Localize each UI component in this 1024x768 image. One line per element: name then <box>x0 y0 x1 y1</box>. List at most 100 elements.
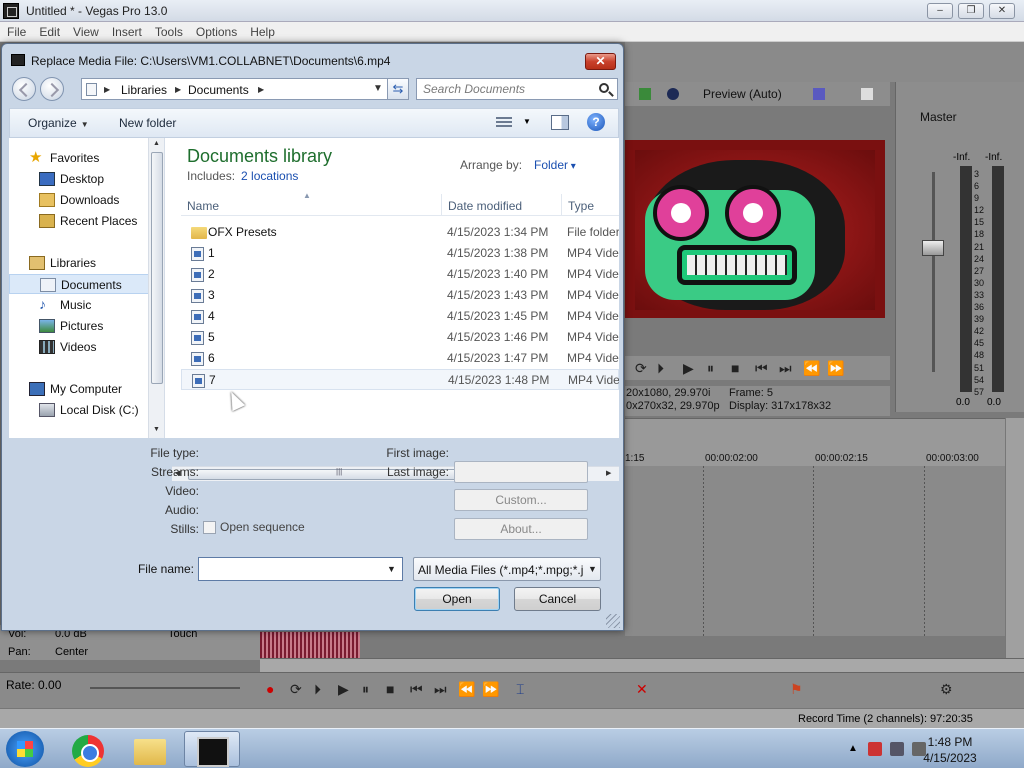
stop-icon[interactable]: ■ <box>386 681 394 697</box>
column-type[interactable]: Type <box>568 199 594 213</box>
fast-forward-icon[interactable]: ⏩ <box>827 360 844 377</box>
taskbar-clock[interactable]: 1:48 PM 4/15/2023 <box>900 734 1000 766</box>
taskbar-vegas[interactable] <box>184 731 240 767</box>
locations-link[interactable]: 2 locations <box>241 169 298 183</box>
next-frame-icon[interactable]: ⏭ <box>779 360 792 377</box>
file-type-filter[interactable]: All Media Files (*.mp4;*.mpg;*.j ▼ <box>413 557 601 581</box>
nav-music[interactable]: ♪ Music <box>9 295 155 315</box>
play-from-start-icon[interactable]: ⏵ <box>657 360 664 377</box>
preview-split-icon[interactable] <box>639 88 651 100</box>
chevron-down-icon[interactable]: ▼ <box>387 564 396 574</box>
menu-file[interactable]: File <box>0 22 32 39</box>
nav-documents[interactable]: Documents <box>9 274 155 294</box>
preview-quality-dropdown[interactable]: Preview (Auto) <box>703 87 782 101</box>
file-row[interactable]: 2 4/15/2023 1:40 PM MP4 Video <box>181 264 619 285</box>
scroll-up-icon[interactable]: ▲ <box>153 140 160 147</box>
search-icon[interactable] <box>599 83 609 93</box>
nav-downloads[interactable]: Downloads <box>9 190 155 210</box>
file-row[interactable]: 3 4/15/2023 1:43 PM MP4 Video <box>181 285 619 306</box>
menu-insert[interactable]: Insert <box>105 22 148 39</box>
preview-overlay-icon[interactable] <box>667 88 679 100</box>
loop-playback-icon[interactable]: ⟳ <box>290 681 302 698</box>
previous-frame-icon[interactable]: ⏮ <box>755 360 768 377</box>
delete-icon[interactable]: ✕ <box>636 681 648 698</box>
timeline-horizontal-scrollbar[interactable] <box>260 658 1024 672</box>
loop-icon[interactable]: ⟳ <box>635 360 647 377</box>
column-date-modified[interactable]: Date modified <box>448 199 522 213</box>
preview-pane-icon[interactable] <box>551 115 569 130</box>
file-row[interactable]: 6 4/15/2023 1:47 PM MP4 Video <box>181 348 619 369</box>
timeline-vertical-scrollbar[interactable] <box>1005 418 1024 660</box>
organize-button[interactable]: Organize ▼ <box>28 116 89 130</box>
taskbar-explorer[interactable] <box>122 731 178 767</box>
timeline-tracks[interactable] <box>625 466 1005 636</box>
rate-slider[interactable] <box>90 687 240 689</box>
column-name[interactable]: Name <box>187 199 219 213</box>
nav-videos[interactable]: Videos <box>9 337 155 357</box>
address-dropdown-icon[interactable]: ▼ <box>373 83 383 94</box>
breadcrumb-chevron-icon[interactable]: ▶ <box>258 85 264 94</box>
file-name-combobox[interactable]: ▼ <box>198 557 403 581</box>
play-icon[interactable]: ▶ <box>338 681 349 698</box>
master-fader-knob[interactable] <box>922 240 944 256</box>
help-icon[interactable]: ? <box>587 113 605 131</box>
search-box[interactable] <box>416 78 618 100</box>
forward-arrow-icon[interactable] <box>40 77 64 101</box>
copy-snapshot-icon[interactable] <box>861 88 873 100</box>
pause-icon[interactable]: ⏸ <box>362 681 369 698</box>
scroll-thumb[interactable] <box>151 152 163 384</box>
nav-my-computer[interactable]: My Computer <box>9 379 155 399</box>
file-row[interactable]: 7 4/15/2023 1:48 PM MP4 Video <box>181 369 619 390</box>
action-center-icon[interactable] <box>868 742 882 756</box>
normal-edit-tool-icon[interactable]: ⌶ <box>516 681 524 698</box>
nav-recent-places[interactable]: Recent Places <box>9 211 155 231</box>
refresh-icon[interactable]: ⇆ <box>387 78 409 100</box>
new-folder-button[interactable]: New folder <box>119 116 176 130</box>
breadcrumb-libraries[interactable]: Libraries <box>121 83 167 97</box>
breadcrumb-documents[interactable]: Documents <box>188 83 249 97</box>
resize-grip[interactable] <box>606 614 620 628</box>
nav-pictures[interactable]: Pictures <box>9 316 155 336</box>
file-row[interactable]: 5 4/15/2023 1:46 PM MP4 Video <box>181 327 619 348</box>
timeline-ruler[interactable]: 1:15 00:00:02:00 00:00:02:15 00:00:03:00 <box>625 418 1005 466</box>
nav-local-disk[interactable]: Local Disk (C:) <box>9 400 155 420</box>
start-button[interactable] <box>6 731 44 767</box>
close-window-button[interactable]: ✕ <box>989 3 1015 19</box>
minimize-button[interactable]: – <box>927 3 953 19</box>
scroll-down-icon[interactable]: ▼ <box>153 426 160 433</box>
file-name-input[interactable] <box>203 562 373 576</box>
file-row[interactable]: 1 4/15/2023 1:38 PM MP4 Video <box>181 243 619 264</box>
play-icon[interactable]: ▶ <box>683 360 694 377</box>
view-options-dropdown-icon[interactable]: ▼ <box>523 117 531 126</box>
back-arrow-icon[interactable] <box>12 77 36 101</box>
open-button[interactable]: Open <box>414 587 500 611</box>
search-input[interactable] <box>423 82 593 96</box>
next-frame-icon[interactable]: ⏩ <box>482 681 499 698</box>
arrange-by-dropdown[interactable]: Folder <box>534 158 576 172</box>
pause-icon[interactable]: ⏸ <box>707 360 714 377</box>
go-to-end-icon[interactable]: ⏭ <box>434 681 447 698</box>
lock-envelopes-icon[interactable]: ⚙ <box>940 681 953 698</box>
dialog-close-button[interactable]: ✕ <box>585 53 616 70</box>
menu-tools[interactable]: Tools <box>148 22 189 39</box>
menu-help[interactable]: Help <box>243 22 281 39</box>
nav-desktop[interactable]: Desktop <box>9 169 155 189</box>
play-from-start-icon[interactable]: ⏵ <box>314 681 321 698</box>
change-view-icon[interactable] <box>496 117 512 129</box>
marker-icon[interactable]: ⚑ <box>790 681 803 698</box>
nav-favorites[interactable]: ★ Favorites <box>9 148 155 168</box>
grid-icon[interactable] <box>813 88 825 100</box>
address-bar[interactable]: ▶ Libraries ▶ Documents ▶ ▼ <box>81 78 389 100</box>
file-row[interactable]: 4 4/15/2023 1:45 PM MP4 Video <box>181 306 619 327</box>
record-icon[interactable]: ● <box>266 681 274 697</box>
cancel-button[interactable]: Cancel <box>514 587 601 611</box>
menu-edit[interactable]: Edit <box>32 22 66 39</box>
file-row[interactable]: OFX Presets 4/15/2023 1:34 PM File folder <box>181 222 619 243</box>
breadcrumb-chevron-icon[interactable]: ▶ <box>104 85 110 94</box>
taskbar-chrome[interactable] <box>60 731 116 767</box>
show-hidden-icons-icon[interactable]: ▲ <box>848 743 858 754</box>
menu-options[interactable]: Options <box>189 22 243 39</box>
nav-libraries[interactable]: Libraries <box>9 253 155 273</box>
rewind-icon[interactable]: ⏪ <box>803 360 820 377</box>
previous-frame-icon[interactable]: ⏪ <box>458 681 475 698</box>
